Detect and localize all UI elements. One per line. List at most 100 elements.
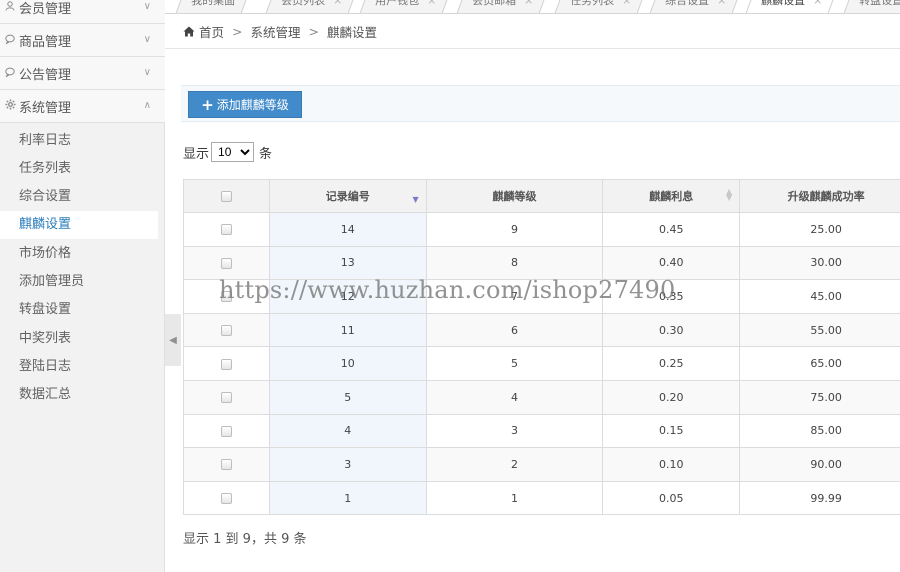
table-row: 11 6 0.30 55.00	[183, 312, 900, 348]
cell-level: 5	[425, 346, 604, 381]
table-row: 5 4 0.20 75.00	[183, 379, 900, 415]
close-icon[interactable]: ×	[813, 0, 822, 8]
column-header-upgrade-rate[interactable]: 升级麒麟成功率	[739, 179, 900, 213]
breadcrumb: 首页 > 系统管理 > 麒麟设置	[165, 14, 900, 49]
sidebar-item-task-list[interactable]: 任务列表	[0, 155, 158, 183]
column-header-label: 升级麒麟成功率	[787, 190, 865, 203]
cell-level: 7	[425, 279, 604, 314]
tab-member-mail[interactable]: 会员邮箱 ×	[456, 0, 547, 13]
cell-interest: 0.10	[602, 447, 741, 482]
cell-level: 3	[425, 413, 604, 449]
sort-both-icon: ▲ ▼	[726, 187, 733, 202]
tab-desktop[interactable]: 我的桌面	[175, 0, 249, 13]
sidebar-group-system[interactable]: 系统管理 ∧	[0, 90, 165, 123]
column-header-label: 记录编号	[325, 190, 370, 203]
sidebar-group-label: 商品管理	[19, 34, 72, 50]
row-select-cell	[183, 312, 270, 348]
close-icon[interactable]: ×	[622, 0, 631, 8]
sidebar-group-notices[interactable]: 公告管理 ∨	[0, 57, 165, 90]
length-prefix: 显示	[183, 146, 210, 162]
tab-label: 会员邮箱	[472, 0, 517, 7]
sidebar-item-login-log[interactable]: 登陆日志	[0, 353, 158, 381]
add-qilin-level-button[interactable]: + 添加麒麟等级	[188, 91, 302, 118]
row-checkbox[interactable]	[220, 459, 232, 471]
select-all-header	[183, 179, 270, 213]
close-icon[interactable]: ×	[333, 0, 342, 8]
gear-icon	[3, 99, 17, 113]
row-checkbox[interactable]	[220, 425, 232, 437]
tab-wheel-settings[interactable]: 转盘设置	[843, 0, 900, 13]
tab-member-list[interactable]: 会员列表 ×	[265, 0, 356, 13]
tab-qilin-settings[interactable]: 麒麟设置 ×	[745, 0, 836, 13]
home-icon	[183, 26, 195, 37]
cell-level: 6	[425, 312, 604, 348]
breadcrumb-home[interactable]: 首页	[199, 22, 224, 41]
cell-record-id: 12	[268, 279, 427, 314]
sidebar-collapse-button[interactable]: ◀	[165, 314, 181, 366]
sidebar-item-wheel-settings[interactable]: 转盘设置	[0, 296, 158, 324]
tab-task-list[interactable]: 任务列表 ×	[554, 0, 645, 13]
cell-interest: 0.20	[602, 379, 741, 415]
cell-record-id: 14	[268, 212, 427, 247]
sidebar-item-winner-list[interactable]: 中奖列表	[0, 325, 158, 353]
sidebar-item-add-admin[interactable]: 添加管理员	[0, 268, 158, 296]
select-all-checkbox[interactable]	[220, 191, 232, 202]
cell-upgrade-rate: 25.00	[739, 212, 900, 247]
sidebar-item-data-summary[interactable]: 数据汇总	[0, 381, 158, 409]
table-row: 1 1 0.05 99.99	[183, 480, 900, 516]
cell-upgrade-rate: 90.00	[739, 447, 900, 482]
row-checkbox[interactable]	[220, 224, 232, 236]
table-row: 4 3 0.15 85.00	[183, 413, 900, 449]
sidebar-item-rate-log[interactable]: 利率日志	[0, 127, 158, 155]
chevron-down-icon: ∨	[143, 34, 151, 45]
table-row: 14 9 0.45 25.00	[183, 212, 900, 247]
cell-record-id: 5	[268, 379, 427, 415]
column-header-interest[interactable]: 麒麟利息 ▲ ▼	[602, 179, 741, 213]
column-header-label: 麒麟等级	[492, 190, 537, 203]
chat-icon	[3, 67, 17, 80]
sidebar-group-products[interactable]: 商品管理 ∨	[0, 24, 165, 57]
sidebar-group-label: 会员管理	[19, 1, 72, 17]
cell-interest: 0.45	[602, 212, 741, 247]
row-select-cell	[183, 346, 270, 381]
qilin-table: 记录编号 ▼ 麒麟等级 麒麟利息 ▲ ▼ 升级麒麟成功率 14 9 0.45 25.0…	[183, 179, 900, 516]
table-row: 12 7 0.35 45.00	[183, 279, 900, 314]
row-checkbox[interactable]	[220, 493, 232, 505]
cell-record-id: 3	[268, 447, 427, 482]
close-icon[interactable]: ×	[427, 0, 436, 8]
tab-bar: 我的桌面 会员列表 × 用户钱包 × 会员邮箱 × 任务列表 × 综合设置 × 麒麟设置 ×…	[165, 0, 900, 14]
breadcrumb-current: 麒麟设置	[327, 24, 378, 40]
table-row: 13 8 0.40 30.00	[183, 245, 900, 281]
sidebar-group-members[interactable]: 会员管理 ∨	[0, 0, 165, 24]
user-icon	[3, 0, 17, 14]
tab-user-wallet[interactable]: 用户钱包 ×	[359, 0, 450, 13]
column-header-level[interactable]: 麒麟等级	[425, 179, 604, 213]
sidebar-item-market-price[interactable]: 市场价格	[0, 240, 158, 268]
row-checkbox[interactable]	[220, 358, 232, 370]
length-suffix: 条	[259, 146, 273, 162]
chevron-down-icon: ∨	[143, 67, 151, 78]
toolbar: + 添加麒麟等级	[181, 85, 900, 122]
row-checkbox[interactable]	[220, 325, 232, 337]
tab-general-settings[interactable]: 综合设置 ×	[649, 0, 740, 13]
chat-icon	[3, 34, 17, 47]
close-icon[interactable]: ×	[717, 0, 726, 8]
close-icon[interactable]: ×	[524, 0, 533, 8]
breadcrumb-system[interactable]: 系统管理	[251, 22, 301, 41]
cell-interest: 0.35	[602, 279, 741, 314]
cell-level: 8	[425, 245, 604, 281]
page-length-select[interactable]: 10	[211, 142, 255, 162]
sidebar-item-general-settings[interactable]: 综合设置	[0, 183, 158, 211]
page-length-control: 显示 10 条	[183, 142, 272, 162]
sidebar: 会员管理 ∨ 商品管理 ∨ 公告管理 ∨ 系统管理 ∧ 利率日志 任务列表 综合…	[0, 0, 165, 572]
cell-upgrade-rate: 85.00	[739, 413, 900, 449]
chevron-left-icon: ◀	[169, 334, 177, 346]
row-checkbox[interactable]	[220, 291, 232, 303]
sidebar-group-label: 系统管理	[19, 100, 72, 116]
row-checkbox[interactable]	[220, 392, 232, 404]
sidebar-item-qilin-settings[interactable]: 麒麟设置	[0, 211, 158, 239]
row-checkbox[interactable]	[220, 257, 232, 269]
cell-level: 9	[425, 212, 604, 247]
tab-label: 会员列表	[281, 0, 326, 7]
column-header-record-id[interactable]: 记录编号 ▼	[268, 179, 427, 213]
